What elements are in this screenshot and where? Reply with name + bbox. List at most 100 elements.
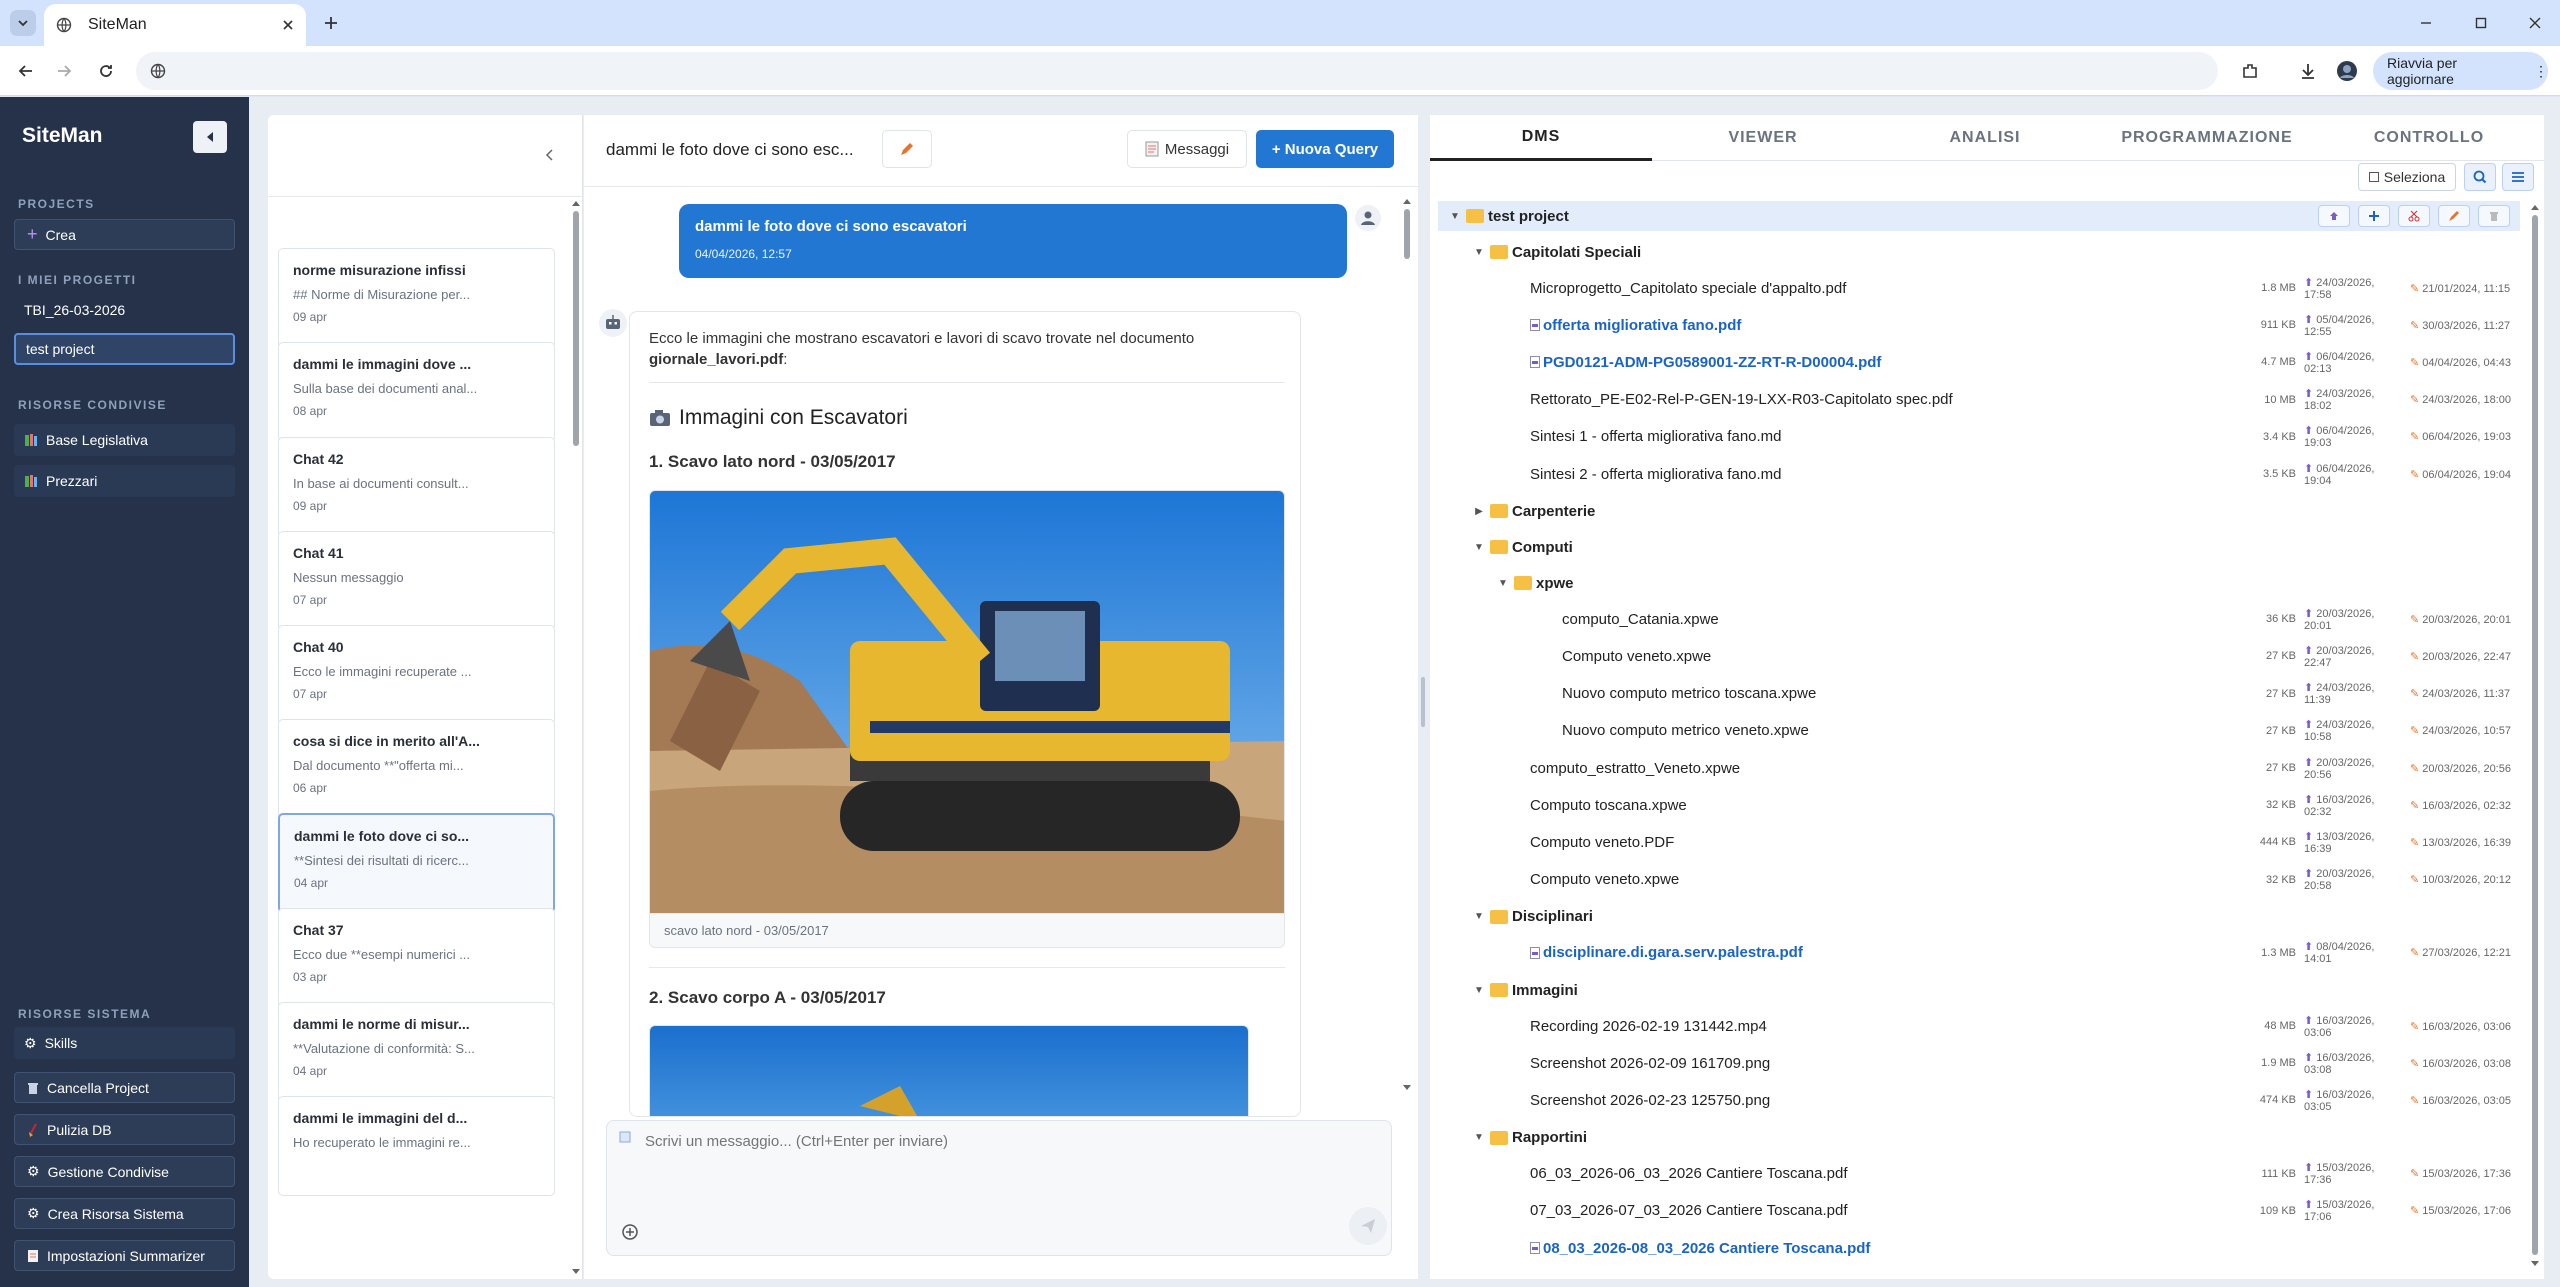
- chat-card-active[interactable]: dammi le foto dove ci so... **Sintesi dei…: [278, 813, 555, 913]
- file-row[interactable]: computo_estratto_Veneto.xpwe 27 KB ⬆ 20/03…: [1438, 753, 2520, 783]
- upload-icon[interactable]: [2318, 205, 2350, 227]
- maximize-button[interactable]: [2458, 8, 2504, 38]
- message-input[interactable]: [645, 1133, 1345, 1193]
- file-row[interactable]: PGD0121-ADM-PG0589001-ZZ-RT-R-D00004.pdf…: [1438, 347, 2520, 377]
- summarizer-settings-button[interactable]: Impostazioni Summarizer: [14, 1240, 235, 1271]
- chat-card[interactable]: dammi le immagini del d... Ho recuperato …: [278, 1096, 555, 1196]
- tab-controllo[interactable]: CONTROLLO: [2318, 115, 2540, 161]
- tab-analisi[interactable]: ANALISI: [1874, 115, 2096, 161]
- file-row[interactable]: Screenshot 2026-02-23 125750.png 474 KB ⬆ …: [1438, 1085, 2520, 1115]
- folder-row[interactable]: ▶ Carpenterie: [1438, 496, 2520, 526]
- file-tree-scrollbar[interactable]: [2528, 201, 2542, 1271]
- chat-card[interactable]: Chat 40 Ecco le immagini recuperate ... 07…: [278, 625, 555, 725]
- chat-card[interactable]: norme misurazione infissi ## Norme di Mis…: [278, 248, 555, 348]
- extensions-icon[interactable]: [2236, 57, 2264, 85]
- caret-right-icon[interactable]: ▶: [1472, 506, 1486, 517]
- chat-scrollbar[interactable]: [1400, 195, 1414, 1095]
- search-button[interactable]: [2464, 163, 2496, 191]
- list-view-button[interactable]: [2502, 163, 2534, 191]
- excavator-photo-2[interactable]: [649, 1025, 1249, 1116]
- rename-icon[interactable]: [2438, 205, 2470, 227]
- caret-down-icon[interactable]: ▼: [1472, 542, 1486, 553]
- chat-card[interactable]: Chat 37 Ecco due **esempi numerici ... 03 …: [278, 908, 555, 1008]
- download-icon[interactable]: [2294, 57, 2322, 85]
- caret-down-icon[interactable]: ▼: [1472, 911, 1486, 922]
- shared-item-prezzari[interactable]: Prezzari: [14, 465, 235, 497]
- caret-down-icon[interactable]: ▼: [1472, 247, 1486, 258]
- file-row[interactable]: Sintesi 1 - offerta migliorativa fano.md…: [1438, 422, 2520, 452]
- tab-dms[interactable]: DMS: [1430, 115, 1652, 161]
- folder-row[interactable]: ▼ Rapportini: [1438, 1123, 2520, 1153]
- file-row[interactable]: Computo veneto.xpwe 32 KB ⬆ 20/03/2026, 20…: [1438, 865, 2520, 895]
- panel-resize-handle[interactable]: [1419, 677, 1427, 727]
- tab-programmazione[interactable]: PROGRAMMAZIONE: [2096, 115, 2318, 161]
- chat-card[interactable]: dammi le immagini dove ... Sulla base dei…: [278, 342, 555, 442]
- folder-row[interactable]: ▼ Immagini: [1438, 975, 2520, 1005]
- chat-list-scrollbar[interactable]: [569, 197, 583, 1279]
- profile-avatar[interactable]: [2333, 57, 2361, 85]
- folder-row[interactable]: ▼ test project: [1438, 201, 2520, 231]
- chat-card[interactable]: dammi le norme di misur... **Valutazione …: [278, 1002, 555, 1102]
- file-row[interactable]: Screenshot 2026-02-09 161709.png 1.9 MB ⬆ …: [1438, 1048, 2520, 1078]
- send-button[interactable]: [1349, 1207, 1387, 1245]
- attach-icon[interactable]: [619, 1221, 641, 1243]
- forward-button[interactable]: [50, 57, 78, 85]
- file-row[interactable]: 08_03_2026-08_03_2026 Cantiere Toscana.p…: [1438, 1233, 2520, 1263]
- close-window-button[interactable]: [2512, 8, 2558, 38]
- file-row[interactable]: Rettorato_PE-E02-Rel-P-GEN-19-LXX-R03-Ca…: [1438, 385, 2520, 415]
- back-button[interactable]: [12, 57, 40, 85]
- project-item-active[interactable]: test project: [14, 333, 235, 365]
- tab-search-button[interactable]: [10, 10, 36, 36]
- close-tab-icon[interactable]: [282, 19, 294, 31]
- project-item[interactable]: TBI_26-03-2026: [14, 294, 235, 326]
- site-info-icon[interactable]: [150, 63, 166, 79]
- edit-title-button[interactable]: [882, 130, 932, 168]
- cut-icon[interactable]: [2398, 205, 2430, 227]
- new-query-button[interactable]: + Nuova Query: [1256, 130, 1394, 168]
- caret-down-icon[interactable]: ▼: [1448, 211, 1462, 222]
- address-bar[interactable]: [136, 52, 2218, 90]
- tab-viewer[interactable]: VIEWER: [1652, 115, 1874, 161]
- caret-down-icon[interactable]: ▼: [1472, 1132, 1486, 1143]
- chat-card[interactable]: Chat 42 In base ai documenti consult... 09…: [278, 437, 555, 537]
- relaunch-button[interactable]: Riavvia per aggiornare ⋮: [2373, 52, 2548, 90]
- add-icon[interactable]: [2358, 205, 2390, 227]
- chat-card[interactable]: cosa si dice in merito all'A... Dal docum…: [278, 719, 555, 819]
- file-row[interactable]: computo_Catania.xpwe 36 KB ⬆ 20/03/2026, 2…: [1438, 604, 2520, 634]
- file-row[interactable]: 06_03_2026-06_03_2026 Cantiere Toscana.p…: [1438, 1159, 2520, 1189]
- file-row[interactable]: Nuovo computo metrico toscana.xpwe 27 KB ⬆…: [1438, 679, 2520, 709]
- browser-tab[interactable]: SiteMan: [44, 4, 306, 46]
- file-row[interactable]: Computo toscana.xpwe 32 KB ⬆ 16/03/2026, 0…: [1438, 790, 2520, 820]
- file-row[interactable]: disciplinare.di.gara.serv.palestra.pdf 1.…: [1438, 938, 2520, 968]
- create-project-button[interactable]: + Crea: [14, 219, 235, 250]
- expand-icon[interactable]: [619, 1131, 631, 1143]
- file-row[interactable]: Computo veneto.xpwe 27 KB ⬆ 20/03/2026, 22…: [1438, 641, 2520, 671]
- collapse-sidebar-button[interactable]: [193, 121, 227, 153]
- new-tab-button[interactable]: [318, 10, 344, 36]
- folder-row[interactable]: ▼ Capitolati Speciali: [1438, 237, 2520, 267]
- select-button[interactable]: Seleziona: [2358, 163, 2456, 191]
- collapse-chat-list-icon[interactable]: [538, 143, 562, 167]
- caret-down-icon[interactable]: ▼: [1496, 578, 1510, 589]
- file-row[interactable]: Microprogetto_Capitolato speciale d'appa…: [1438, 273, 2520, 303]
- file-row[interactable]: offerta migliorativa fano.pdf 911 KB ⬆ 05/…: [1438, 310, 2520, 340]
- file-row[interactable]: 07_03_2026-07_03_2026 Cantiere Toscana.p…: [1438, 1196, 2520, 1226]
- shared-item-base-legislativa[interactable]: Base Legislativa: [14, 424, 235, 456]
- skills-item[interactable]: ⚙ Skills: [14, 1027, 235, 1059]
- excavator-photo-1[interactable]: scavo lato nord - 03/05/2017: [649, 490, 1285, 948]
- trash-icon[interactable]: [2478, 205, 2510, 227]
- delete-project-button[interactable]: Cancella Project: [14, 1072, 235, 1103]
- manage-shared-button[interactable]: ⚙ Gestione Condivise: [14, 1156, 235, 1187]
- file-row[interactable]: Nuovo computo metrico veneto.xpwe 27 KB ⬆ …: [1438, 716, 2520, 746]
- create-system-resource-button[interactable]: ⚙ Crea Risorsa Sistema: [14, 1198, 235, 1229]
- caret-down-icon[interactable]: ▼: [1472, 985, 1486, 996]
- folder-row[interactable]: ▼ Computi: [1438, 532, 2520, 562]
- folder-row[interactable]: ▼ xpwe: [1438, 568, 2520, 598]
- chat-card[interactable]: Chat 41 Nessun messaggio 07 apr: [278, 531, 555, 631]
- minimize-button[interactable]: [2403, 8, 2449, 38]
- file-row[interactable]: Recording 2026-02-19 131442.mp4 48 MB ⬆ 16…: [1438, 1011, 2520, 1041]
- folder-row[interactable]: ▼ Disciplinari: [1438, 902, 2520, 932]
- messages-button[interactable]: Messaggi: [1127, 130, 1247, 168]
- file-row[interactable]: Computo veneto.PDF 444 KB ⬆ 13/03/2026, 16…: [1438, 827, 2520, 857]
- reload-button[interactable]: [92, 57, 120, 85]
